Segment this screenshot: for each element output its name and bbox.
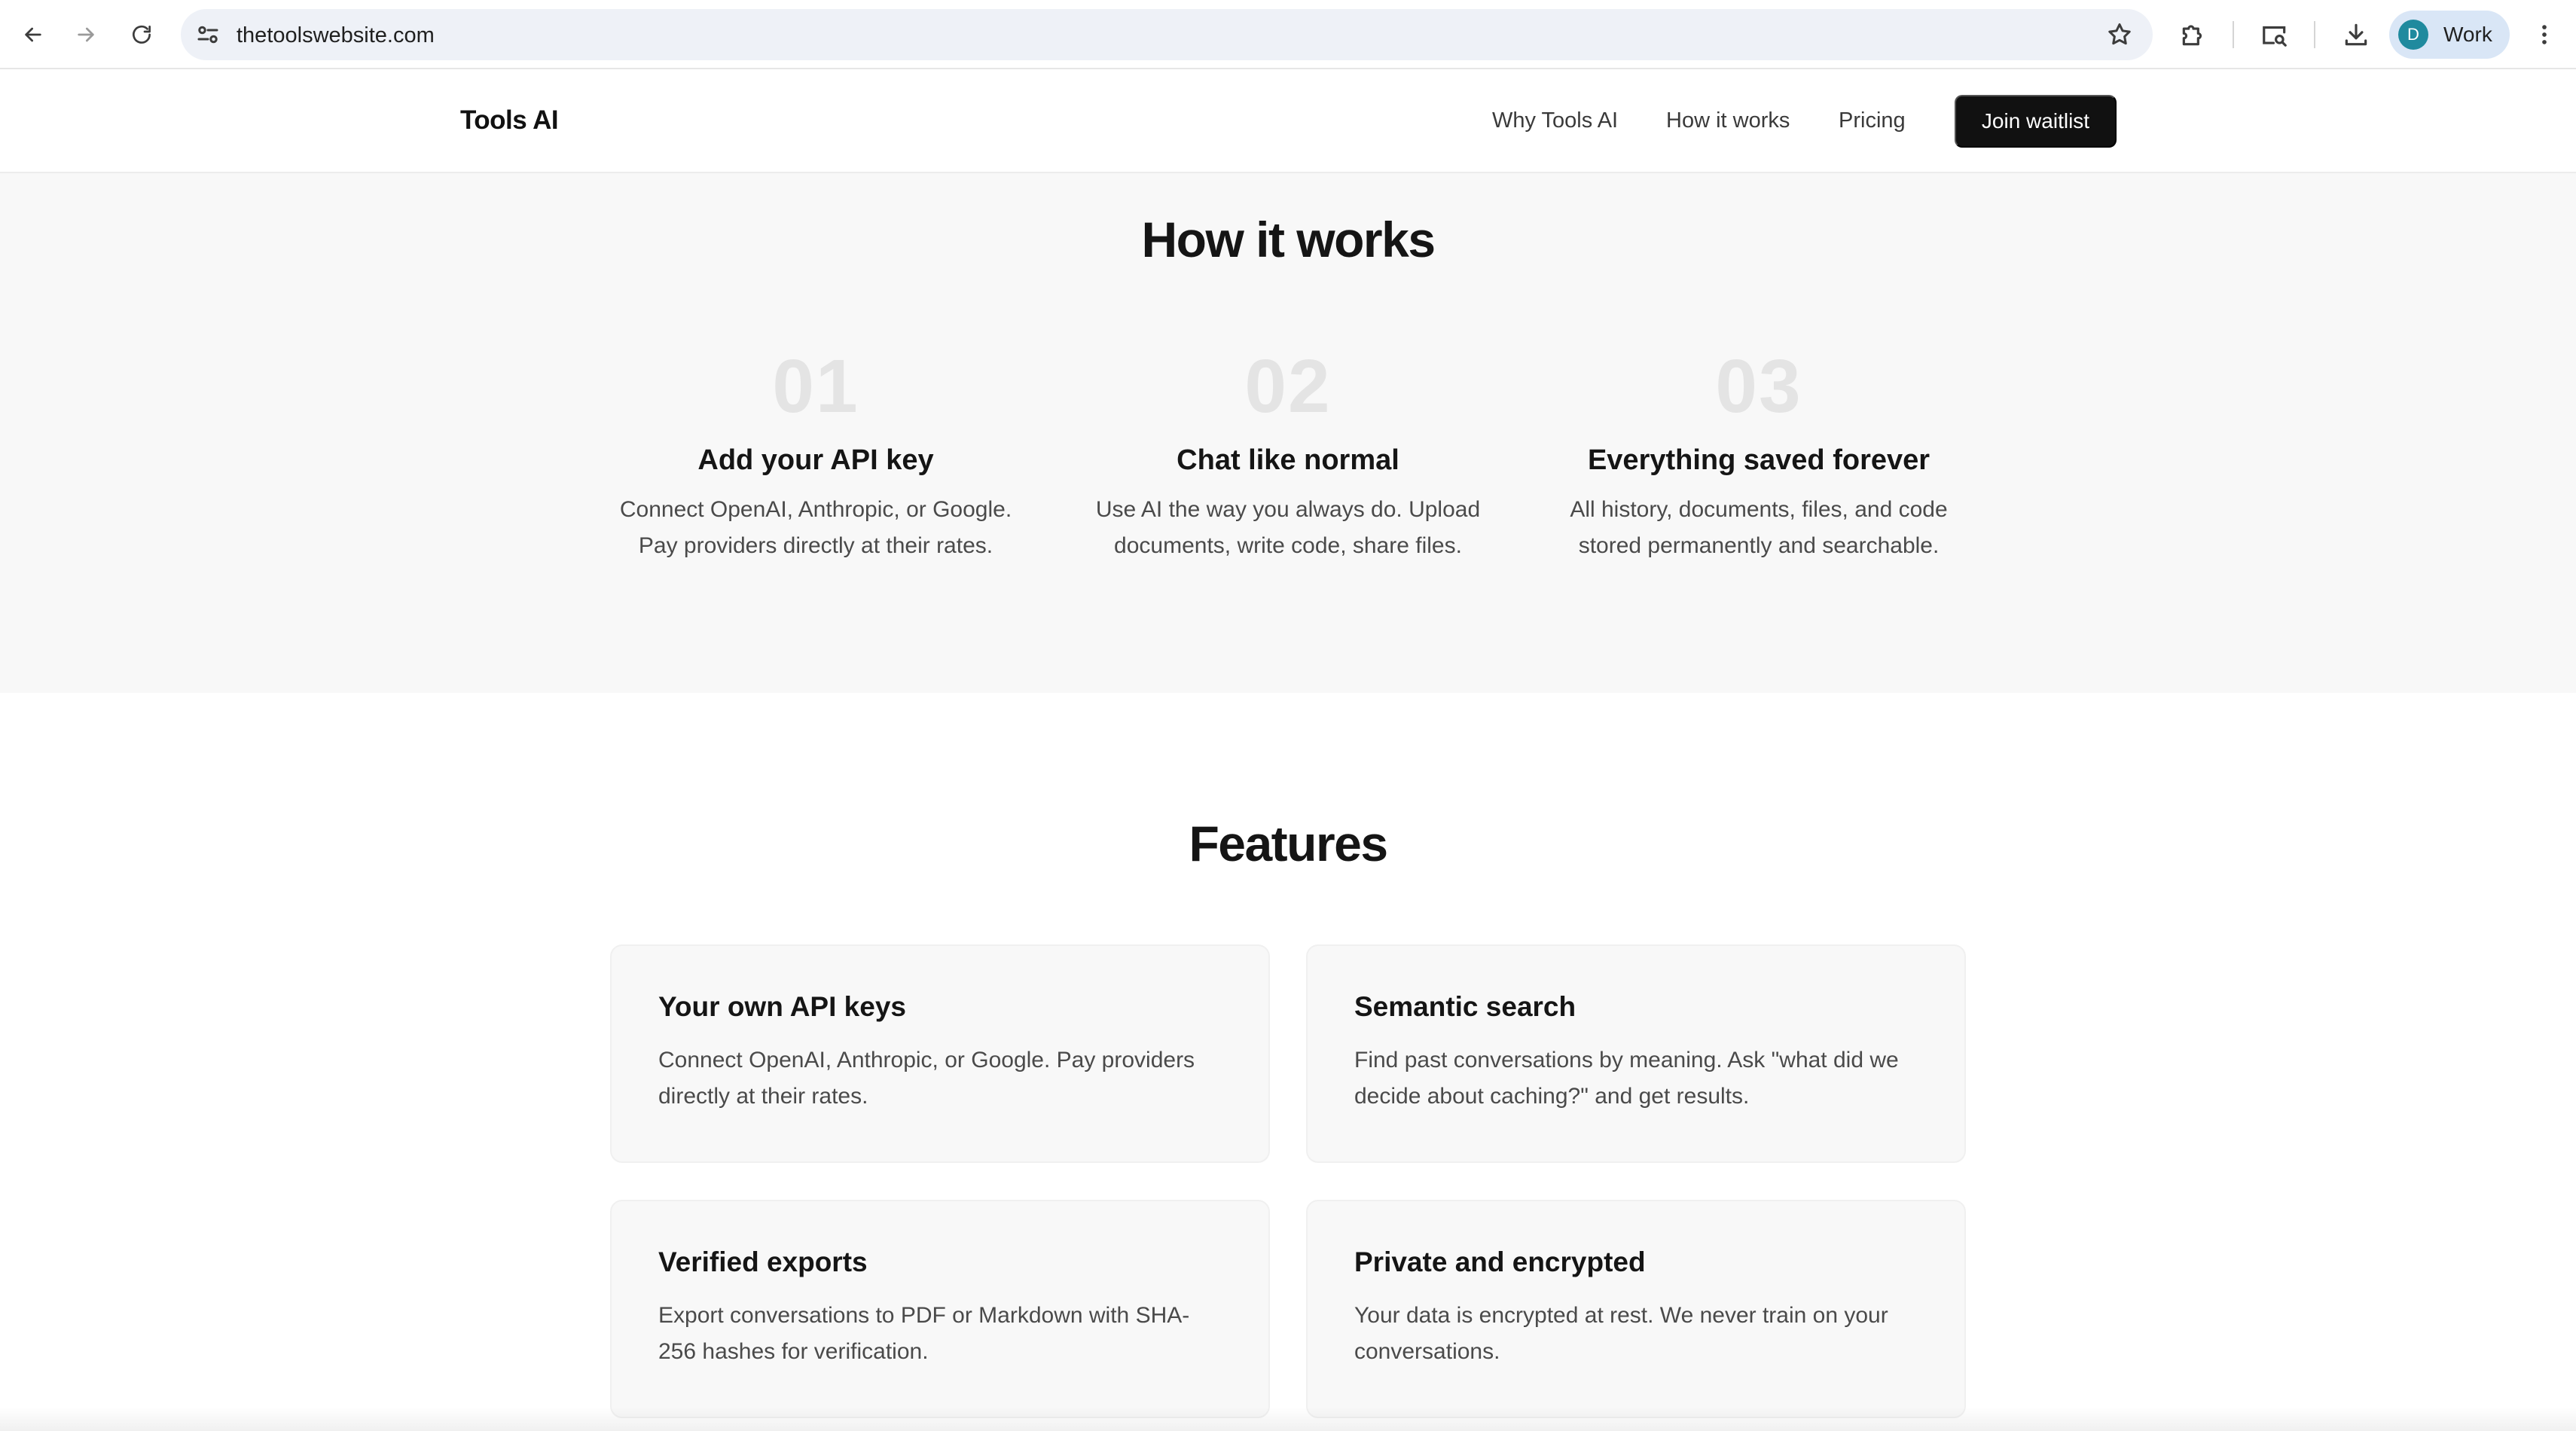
extensions-icon[interactable] [2175, 17, 2211, 53]
step-description: Connect OpenAI, Anthropic, or Google. Pa… [590, 492, 1042, 564]
download-icon[interactable] [2338, 17, 2374, 53]
step-number: 01 [772, 344, 859, 429]
step-description: Use AI the way you always do. Upload doc… [1062, 492, 1514, 564]
feature-title: Your own API keys [658, 991, 906, 1022]
step-card: 03 Everything saved forever All history,… [1533, 345, 1985, 564]
site-logo[interactable]: Tools AI [460, 105, 559, 136]
features-section: Features Your own API keys Connect OpenA… [0, 693, 2576, 1431]
step-description-line: All history, documents, files, and code [1570, 497, 1948, 522]
feature-card: Private and encrypted Your data is encry… [1306, 1200, 1966, 1418]
address-bar[interactable]: thetoolswebsite.com [181, 9, 2153, 60]
nav-link-how-it-works[interactable]: How it works [1666, 108, 1790, 133]
avatar: D [2398, 20, 2428, 50]
tab-search-icon[interactable] [2257, 17, 2293, 53]
step-description-line: Use AI the way you always do. Upload [1095, 497, 1481, 522]
feature-title: Private and encrypted [1354, 1246, 1646, 1277]
toolbar-divider [2233, 21, 2234, 48]
section-title: Features [1189, 816, 1388, 871]
step-number: 02 [1244, 344, 1332, 429]
reload-icon[interactable] [122, 15, 161, 54]
step-card: 02 Chat like normal Use AI the way you a… [1062, 345, 1514, 564]
feature-description-line: Export conversations to PDF or Markdown … [658, 1303, 1190, 1328]
feature-description-line: Connect OpenAI, Anthropic, or Google. Pa… [658, 1048, 1195, 1072]
step-title: Everything saved forever [1587, 444, 1930, 476]
browser-toolbar: thetoolswebsite.com D Work [0, 0, 2576, 69]
feature-description: Find past conversations by meaning. Ask … [1354, 1042, 1927, 1115]
join-waitlist-button[interactable]: Join waitlist [1955, 95, 2117, 148]
feature-card: Your own API keys Connect OpenAI, Anthro… [610, 944, 1270, 1163]
feature-title: Verified exports [658, 1246, 868, 1277]
toolbar-divider [2314, 21, 2315, 48]
step-description-line: Connect OpenAI, Anthropic, or Google. [619, 497, 1012, 522]
step-title: Add your API key [697, 444, 934, 476]
step-description-line: documents, write code, share files. [1114, 533, 1462, 558]
nav-link-why-tools-ai[interactable]: Why Tools AI [1492, 108, 1618, 133]
feature-card: Semantic search Find past conversations … [1306, 944, 1966, 1163]
step-number: 03 [1715, 344, 1802, 429]
site-info-icon[interactable] [194, 21, 221, 48]
section-title: How it works [1141, 212, 1436, 267]
forward-icon[interactable] [66, 15, 105, 54]
feature-description-line: 256 hashes for verification. [658, 1339, 929, 1364]
step-card: 01 Add your API key Connect OpenAI, Anth… [590, 345, 1042, 564]
url-text[interactable]: thetoolswebsite.com [237, 23, 435, 48]
site-header: Tools AI Why Tools AI How it works Prici… [0, 71, 2576, 173]
step-description-line: Pay providers directly at their rates. [638, 533, 993, 558]
step-description: All history, documents, files, and code … [1533, 492, 1985, 564]
profile-name: Work [2443, 23, 2492, 46]
back-icon[interactable] [14, 15, 53, 54]
step-title: Chat like normal [1177, 444, 1399, 476]
feature-description-line: conversations. [1354, 1339, 1500, 1364]
bookmark-star-icon[interactable] [2106, 21, 2133, 48]
step-description-line: stored permanently and searchable. [1578, 533, 1940, 558]
how-it-works-section: How it works 01 Add your API key Connect… [0, 173, 2576, 693]
profile-button[interactable]: D Work [2389, 11, 2510, 59]
feature-description: Your data is encrypted at rest. We never… [1354, 1298, 1927, 1370]
feature-description: Export conversations to PDF or Markdown … [658, 1298, 1231, 1370]
nav-link-pricing[interactable]: Pricing [1839, 108, 1906, 133]
feature-description: Connect OpenAI, Anthropic, or Google. Pa… [658, 1042, 1231, 1115]
feature-title: Semantic search [1354, 991, 1576, 1022]
more-menu-icon[interactable] [2526, 17, 2562, 53]
feature-card: Verified exports Export conversations to… [610, 1200, 1270, 1418]
feature-description-line: decide about caching?" and get results. [1354, 1084, 1750, 1109]
feature-description-line: directly at their rates. [658, 1084, 868, 1109]
viewport-edge-shadow [0, 1407, 2576, 1431]
feature-description-line: Find past conversations by meaning. Ask … [1354, 1048, 1899, 1072]
feature-description-line: Your data is encrypted at rest. We never… [1354, 1303, 1888, 1328]
